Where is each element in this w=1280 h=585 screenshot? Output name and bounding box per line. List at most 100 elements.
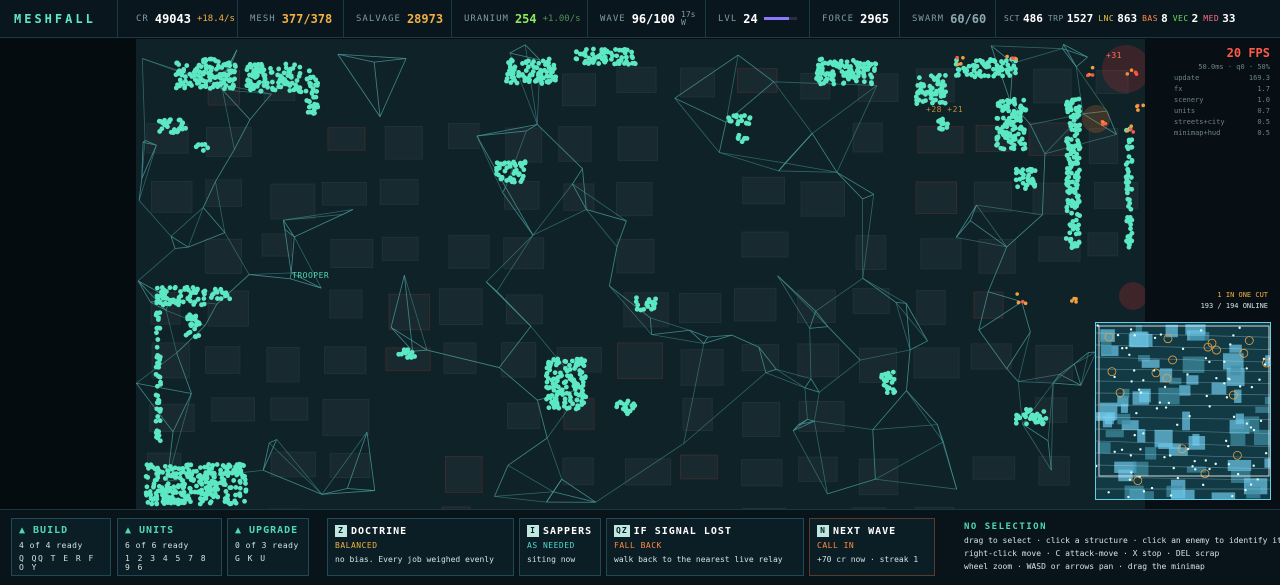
friendly-unit: [153, 418, 159, 424]
friendly-unit: [1128, 175, 1134, 180]
friendly-unit: [1001, 146, 1007, 152]
minimap-road: [1096, 380, 1270, 384]
game-map[interactable]: TROOPER +31 +28 +21: [136, 39, 1145, 509]
friendly-unit: [1004, 121, 1010, 127]
friendly-unit: [203, 58, 209, 64]
friendly-unit: [151, 481, 157, 487]
minimap-unit: [1204, 357, 1208, 360]
minimap-unit: [1224, 439, 1228, 443]
city-block: [505, 127, 543, 163]
friendly-unit: [207, 72, 213, 78]
mesh-link: [862, 193, 874, 200]
signal-lost-button[interactable]: QZ IF SIGNAL LOST FALL BACK walk back to …: [606, 518, 804, 576]
mesh-link: [1062, 48, 1088, 58]
top-bar: MESHFALL CR 49043 +18.4/s MESH 377/378 S…: [0, 0, 1280, 38]
minimap-unit: [1186, 447, 1190, 451]
friendly-unit: [885, 386, 890, 392]
next-wave-button[interactable]: N NEXT WAVE CALL IN +70 cr now · streak 1: [809, 518, 935, 576]
city-block: [270, 451, 316, 478]
friendly-unit: [1071, 97, 1077, 103]
friendly-unit: [233, 484, 239, 490]
friendly-unit: [1041, 409, 1047, 414]
friendly-unit: [556, 360, 562, 365]
friendly-unit: [1021, 172, 1026, 178]
doctrine-button[interactable]: Z DOCTRINE BALANCED no bias. Every job we…: [327, 518, 514, 576]
friendly-unit: [621, 61, 627, 66]
friendly-unit: [215, 84, 220, 90]
mesh-link: [136, 382, 192, 394]
mesh-link: [1022, 423, 1049, 442]
minimap-canvas[interactable]: [1096, 323, 1271, 500]
build-menu-button[interactable]: ▲ BUILD 4 of 4 ready Q QQ T E R F O Y: [11, 518, 111, 576]
friendly-unit: [542, 67, 547, 73]
command-panel: ▲ BUILD 4 of 4 ready Q QQ T E R F O Y ▲ …: [0, 509, 1280, 585]
friendly-unit: [641, 306, 647, 312]
sappers-description: siting now: [527, 555, 576, 564]
friendly-unit: [653, 296, 658, 302]
friendly-unit: [646, 299, 652, 305]
mesh-link: [936, 424, 958, 490]
unit-count-label: SCT: [1004, 14, 1020, 23]
friendly-unit: [240, 474, 246, 480]
friendly-unit: [279, 75, 285, 81]
city-block: [321, 182, 367, 206]
minimap-unit: [1142, 432, 1145, 435]
city-block: [270, 397, 309, 421]
perf-row: units 0.7: [1170, 106, 1270, 117]
units-hotkeys: 1 2 3 4 5 7 8 9 6: [125, 554, 208, 572]
friendly-unit: [1066, 156, 1072, 162]
friendly-unit: [848, 64, 853, 69]
friendly-unit: [159, 126, 165, 132]
friendly-unit: [143, 490, 149, 496]
friendly-unit: [1024, 421, 1029, 427]
friendly-unit: [156, 361, 162, 367]
map-canvas[interactable]: [136, 39, 1145, 509]
mesh-link: [532, 209, 587, 236]
friendly-unit: [1076, 222, 1081, 228]
friendly-unit: [1077, 122, 1083, 128]
friendly-unit: [171, 484, 177, 490]
friendly-unit: [834, 61, 840, 66]
friendly-unit: [201, 69, 207, 75]
sappers-hotkey: I: [527, 525, 539, 537]
city-block: [741, 231, 789, 258]
mesh-link: [804, 378, 812, 389]
friendly-unit: [183, 74, 188, 80]
friendly-unit: [176, 483, 181, 488]
mesh-link: [725, 54, 739, 123]
units-menu-button[interactable]: ▲ UNITS 6 of 6 ready 1 2 3 4 5 7 8 9 6: [117, 518, 222, 576]
friendly-unit: [1075, 226, 1080, 232]
friendly-unit: [1019, 136, 1025, 142]
mesh-link: [811, 133, 838, 173]
friendly-unit: [188, 475, 194, 481]
minimap-block: [1165, 324, 1178, 338]
city-block: [1035, 344, 1073, 382]
friendly-unit: [829, 76, 834, 82]
friendly-unit: [156, 398, 162, 403]
city-block: [913, 347, 960, 379]
friendly-unit: [303, 88, 309, 94]
friendly-unit: [520, 173, 526, 179]
minimap-block: [1227, 459, 1252, 472]
friendly-unit: [1023, 107, 1029, 113]
friendly-unit: [200, 78, 206, 84]
friendly-unit: [937, 72, 942, 78]
friendly-unit: [157, 374, 163, 380]
friendly-unit: [573, 406, 579, 412]
friendly-unit: [742, 135, 748, 141]
upgrade-menu-button[interactable]: ▲ UPGRADE 0 of 3 ready G K U: [227, 518, 309, 576]
friendly-unit: [1124, 190, 1130, 196]
friendly-unit: [1023, 186, 1028, 191]
friendly-unit: [220, 463, 226, 468]
mesh-link: [809, 326, 828, 329]
friendly-unit: [153, 371, 159, 377]
friendly-unit: [935, 81, 940, 87]
sappers-button[interactable]: I SAPPERS AS NEEDED siting now: [519, 518, 601, 576]
friendly-unit: [944, 125, 950, 130]
minimap[interactable]: [1095, 322, 1271, 500]
city-block: [384, 125, 423, 160]
friendly-unit: [1072, 133, 1078, 139]
friendly-unit: [177, 117, 183, 123]
mesh-link: [955, 204, 977, 238]
friendly-unit: [247, 78, 253, 84]
